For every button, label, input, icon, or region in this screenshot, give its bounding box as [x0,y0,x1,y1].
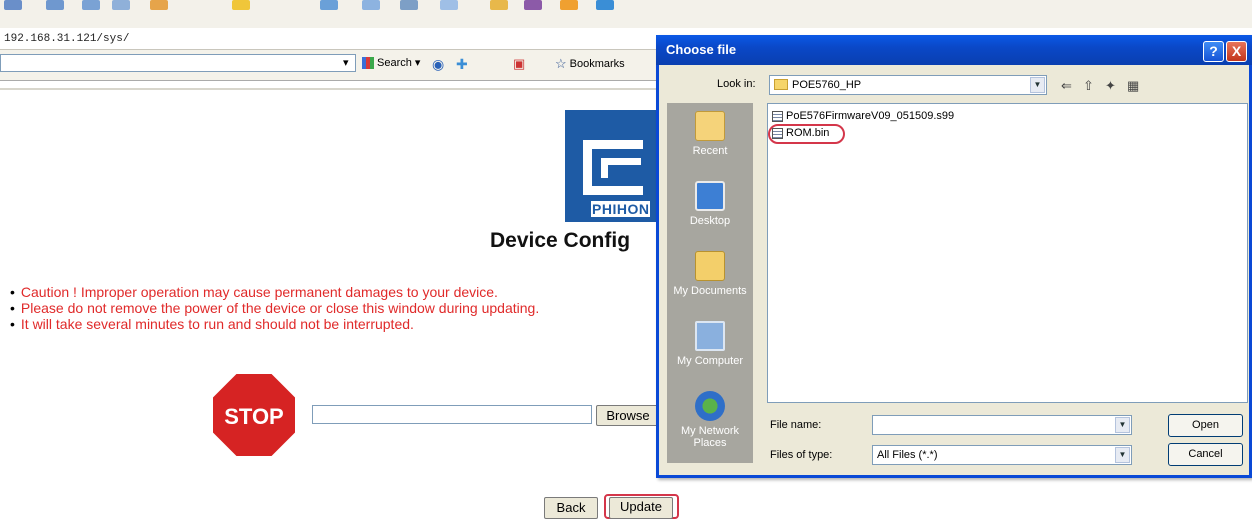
caution-item: Please do not remove the power of the de… [10,300,539,316]
file-name-field[interactable]: ▼ [872,415,1132,435]
cancel-button[interactable]: Cancel [1168,443,1243,466]
file-type-value: All Files (*.*) [877,449,938,461]
place-recent[interactable]: Recent [667,111,753,157]
forward-nav-icon[interactable] [46,0,64,10]
address-bar[interactable]: 192.168.31.121/sys/ [0,28,660,50]
caution-list: Caution ! Improper operation may cause p… [10,284,539,332]
browse-button[interactable]: Browse [596,405,660,426]
bookmarks-button[interactable]: ☆ Bookmarks [555,56,625,72]
back-arrow-icon[interactable]: ⇐ [1061,78,1072,94]
new-folder-icon[interactable]: ✦ [1105,78,1116,94]
globe-icon[interactable]: ◉ [432,56,444,73]
search-label: Search [377,56,412,69]
tools-icon[interactable] [560,0,578,10]
stop-sign-icon: STOP [211,372,297,458]
chevron-down-icon[interactable]: ▼ [1115,417,1130,433]
close-button[interactable]: X [1226,41,1247,62]
star-icon: ☆ [555,56,567,71]
refresh-icon[interactable] [112,0,130,10]
back-button[interactable]: Back [544,497,598,519]
mail-icon[interactable] [362,0,380,10]
file-item[interactable]: ROM.bin [772,127,829,139]
place-network[interactable]: My Network Places [667,391,753,449]
print-icon[interactable] [400,0,418,10]
place-my-documents[interactable]: My Documents [667,251,753,297]
bookmark-page-icon[interactable]: ▣ [513,56,525,72]
dialog-title-bar[interactable]: Choose file ? X [656,35,1252,65]
stop-sign-text: STOP [224,404,284,429]
recent-folder-icon [695,111,725,141]
browser-toolbar [0,0,1252,28]
google-icon [362,56,374,69]
file-name-label: File name: [770,419,822,431]
favorites-icon[interactable] [232,0,250,10]
home-icon[interactable] [150,0,168,10]
firmware-file-input[interactable] [312,405,592,424]
caution-item: It will take several minutes to run and … [10,316,539,332]
open-button[interactable]: Open [1168,414,1243,437]
back-nav-icon[interactable] [4,0,22,10]
logo-text: PHIHON [591,201,651,217]
chevron-down-icon[interactable]: ▼ [1030,77,1045,93]
chevron-down-icon[interactable]: ▼ [1115,447,1130,463]
file-list: PoE576FirmwareV09_051509.s99 ROM.bin [767,103,1248,403]
file-type-select[interactable]: All Files (*.*) ▼ [872,445,1132,465]
stop-nav-icon[interactable] [82,0,100,10]
file-type-label: Files of type: [770,449,833,461]
network-icon [695,391,725,421]
page-title: Device Config [490,229,631,252]
places-bar: Recent Desktop My Documents My Computer … [667,103,753,463]
dialog-title: Choose file [666,42,737,57]
search-button[interactable]: Search ▾ [362,56,420,69]
up-folder-icon[interactable]: ⇧ [1083,78,1094,94]
search-dropdown-icon[interactable]: ▾ [343,56,349,69]
edit-icon[interactable] [440,0,458,10]
view-menu-icon[interactable]: ▦ [1127,78,1139,94]
choose-file-dialog: Choose file ? X Look in: POE5760_HP ▼ ⇐ … [656,35,1252,478]
look-in-select[interactable]: POE5760_HP ▼ [769,75,1047,95]
google-search-box[interactable] [0,54,356,72]
history-icon[interactable] [320,0,338,10]
plus-icon[interactable]: ✚ [456,56,468,73]
file-item[interactable]: PoE576FirmwareV09_051509.s99 [772,110,954,122]
place-desktop[interactable]: Desktop [667,181,753,227]
divider [0,88,660,90]
caution-item: Caution ! Improper operation may cause p… [10,284,539,300]
look-in-label: Look in: [717,78,756,90]
my-documents-icon [695,251,725,281]
search-toolbar: ▾ Search ▾ ◉ ✚ ▣ ☆ Bookmarks [0,50,660,81]
research-icon[interactable] [524,0,542,10]
file-icon [772,127,783,139]
extra-icon[interactable] [596,0,614,10]
place-my-computer[interactable]: My Computer [667,321,753,367]
look-in-value: POE5760_HP [792,79,862,91]
bookmarks-label: Bookmarks [569,58,625,70]
my-computer-icon [695,321,725,351]
file-icon [772,110,783,122]
desktop-icon [695,181,725,211]
folder-icon [774,79,788,90]
help-button[interactable]: ? [1203,41,1224,62]
update-button[interactable]: Update [609,497,673,519]
messenger-icon[interactable] [490,0,508,10]
